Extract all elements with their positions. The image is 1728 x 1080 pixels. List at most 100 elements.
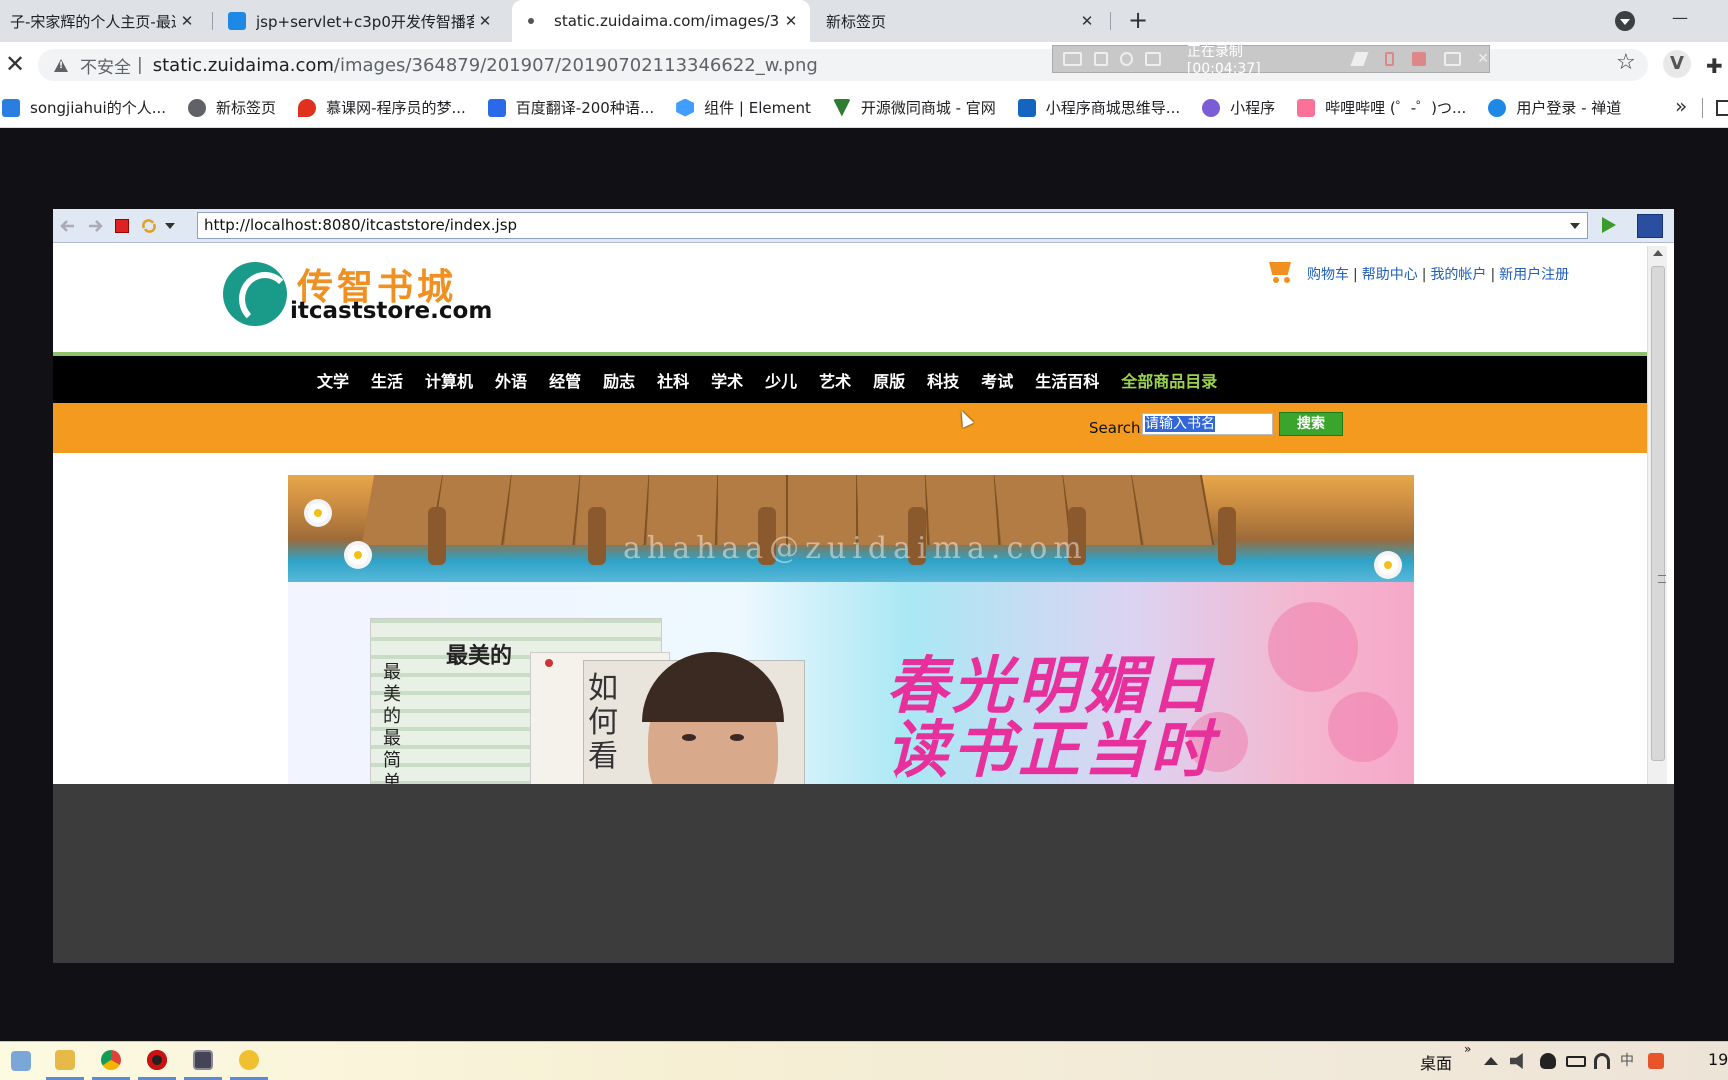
desktop-label[interactable]: 桌面 <box>1420 1050 1452 1074</box>
shopping-cart-icon[interactable] <box>1265 260 1291 283</box>
tab-jsp-servlet[interactable]: jsp+servlet+c3p0开发传智播客 ✕ <box>218 0 504 42</box>
show-hidden-icons-icon[interactable] <box>1484 1057 1498 1065</box>
scroll-up-icon[interactable] <box>1653 250 1663 256</box>
category-computer[interactable]: 计算机 <box>425 368 473 392</box>
bookmark-bilibili[interactable]: 哔哩哔哩 (゜-゜)つ... <box>1297 97 1466 118</box>
category-social-science[interactable]: 社科 <box>657 368 689 392</box>
vertical-scrollbar[interactable] <box>1647 246 1667 784</box>
category-children[interactable]: 少儿 <box>765 368 797 392</box>
ie-address-toolbar: http://localhost:8080/itcaststore/index.… <box>53 209 1674 243</box>
stop-icon[interactable] <box>115 219 129 233</box>
category-art[interactable]: 艺术 <box>819 368 851 392</box>
close-icon[interactable]: ✕ <box>176 10 198 32</box>
recorder-region-icon[interactable] <box>1145 52 1161 66</box>
recorder-window-icon[interactable] <box>1063 52 1083 66</box>
close-icon[interactable]: ✕ <box>780 10 802 32</box>
recorder-copy-icon[interactable] <box>1094 52 1108 66</box>
input-method-icon[interactable]: 中 <box>1620 1050 1636 1069</box>
bookmark-weitong[interactable]: 开源微同商城 - 官网 <box>832 97 996 118</box>
wifi-icon[interactable] <box>1594 1053 1610 1069</box>
sogou-icon[interactable] <box>1648 1053 1664 1069</box>
battery-icon[interactable] <box>1566 1056 1586 1067</box>
close-icon[interactable]: ✕ <box>1477 51 1489 67</box>
bookmark-mindmap[interactable]: 小程序商城思维导... <box>1017 97 1180 118</box>
scrollbar-thumb[interactable] <box>1651 266 1666 761</box>
category-inspirational[interactable]: 励志 <box>603 368 635 392</box>
recorder-zoom-icon[interactable] <box>1119 52 1134 66</box>
bookmark-baidu-translate[interactable]: 百度翻译-200种语... <box>487 97 654 118</box>
help-center-link[interactable]: 帮助中心 <box>1362 267 1418 283</box>
camera-icon[interactable] <box>1443 52 1462 66</box>
category-technology[interactable]: 科技 <box>927 368 959 392</box>
screenshot-image: http://localhost:8080/itcaststore/index.… <box>53 209 1674 963</box>
category-original[interactable]: 原版 <box>873 368 905 392</box>
category-life[interactable]: 生活 <box>371 368 403 392</box>
category-foreign-language[interactable]: 外语 <box>495 368 527 392</box>
refresh-icon[interactable] <box>141 218 157 234</box>
category-exam[interactable]: 考试 <box>981 368 1013 392</box>
daisy-icon <box>348 545 368 565</box>
bookmark-songjiahui[interactable]: songjiahui的个人... <box>2 97 166 118</box>
zuidaima-favicon-icon <box>228 12 246 30</box>
close-icon[interactable]: ✕ <box>474 10 496 32</box>
taskbar-file-explorer[interactable] <box>46 1042 84 1080</box>
category-business[interactable]: 经管 <box>549 368 581 392</box>
qq-icon[interactable] <box>1540 1053 1556 1069</box>
tab-search-icon[interactable] <box>1615 11 1635 31</box>
search-button[interactable]: 搜索 <box>1279 412 1343 436</box>
pause-icon[interactable] <box>1384 52 1395 66</box>
store-logo-icon[interactable] <box>223 262 291 326</box>
taskbar-app-yellow[interactable] <box>230 1042 268 1080</box>
bookmark-imooc[interactable]: 慕课网-程序员的梦... <box>298 97 466 118</box>
globe-icon <box>188 98 207 117</box>
bookmark-star-icon[interactable]: ☆ <box>1616 50 1636 75</box>
volume-muted-icon[interactable] <box>1510 1053 1523 1069</box>
top-links: 购物车 | 帮助中心 | 我的帐户 | 新用户注册 <box>1307 267 1570 283</box>
taskbar-screenshot-tool[interactable] <box>184 1042 222 1080</box>
all-products-link[interactable]: 全部商品目录 <box>1121 368 1217 392</box>
category-literature[interactable]: 文学 <box>317 368 349 392</box>
bookmark-zentao[interactable]: 用户登录 - 禅道 <box>1488 97 1621 118</box>
ie-url-input[interactable]: http://localhost:8080/itcaststore/index.… <box>197 212 1588 239</box>
tray-chevron[interactable]: » <box>1464 1042 1471 1056</box>
chevron-down-icon[interactable] <box>1570 223 1580 229</box>
banner-books-promo[interactable]: 最美的 最美的最简单 如何看 春光明媚日 读书正当时 <box>288 582 1414 784</box>
taskbar-chrome[interactable] <box>92 1042 130 1080</box>
dropdown-arrow-icon[interactable] <box>165 223 175 229</box>
extensions-puzzle-icon[interactable]: ✚ <box>1706 54 1723 78</box>
close-icon[interactable]: ✕ <box>1076 10 1098 32</box>
forward-arrow-icon[interactable] <box>87 218 103 234</box>
category-encyclopedia[interactable]: 生活百科 <box>1035 368 1099 392</box>
my-account-link[interactable]: 我的帐户 <box>1430 267 1486 283</box>
stop-loading-icon[interactable]: ✕ <box>2 50 28 78</box>
bookmarks-divider <box>1702 98 1703 118</box>
register-link[interactable]: 新用户注册 <box>1499 267 1569 283</box>
pen-icon[interactable] <box>1350 52 1370 66</box>
screen-recorder-bar[interactable]: 正在录制 [00:04:37] ✕ <box>1052 44 1490 77</box>
tab-new-tab[interactable]: 新标签页 ✕ <box>816 0 1106 42</box>
stop-record-icon[interactable] <box>1412 52 1426 66</box>
more-bookmarks-button[interactable]: » <box>1675 94 1687 118</box>
category-academic[interactable]: 学术 <box>711 368 743 392</box>
new-tab-button[interactable]: + <box>1124 8 1152 34</box>
store-logo-domain[interactable]: itcaststore.com <box>290 298 492 324</box>
ie-extension-icon[interactable] <box>1637 214 1663 238</box>
taskbar-feather-app[interactable] <box>2 1042 40 1080</box>
go-arrow-icon[interactable] <box>1602 217 1616 233</box>
tab-songjiahui[interactable]: 子-宋家辉的个人主页-最近 ✕ <box>0 0 206 42</box>
bilibili-icon <box>1297 98 1316 117</box>
clock-time[interactable]: 19 <box>1708 1050 1728 1069</box>
address-url[interactable]: static.zuidaima.com/images/364879/201907… <box>153 55 818 76</box>
bookmark-miniprogram[interactable]: 小程序 <box>1202 97 1275 118</box>
tab-static-zuidaima[interactable]: static.zuidaima.com/images/3 ✕ <box>512 0 810 42</box>
url-path: /images/364879/201907/20190702113346622_… <box>333 54 818 76</box>
bookmark-new-tab[interactable]: 新标签页 <box>188 97 276 118</box>
reading-list-icon[interactable] <box>1716 100 1728 116</box>
minimize-button[interactable]: — <box>1672 8 1688 27</box>
taskbar-recorder[interactable] <box>138 1042 176 1080</box>
bookmark-element[interactable]: 组件 | Element <box>676 97 811 118</box>
cart-link[interactable]: 购物车 <box>1307 267 1349 283</box>
extension-v-icon[interactable]: V <box>1663 50 1691 78</box>
search-input[interactable]: 请输入书名 <box>1142 413 1273 435</box>
back-arrow-icon[interactable] <box>60 218 76 234</box>
